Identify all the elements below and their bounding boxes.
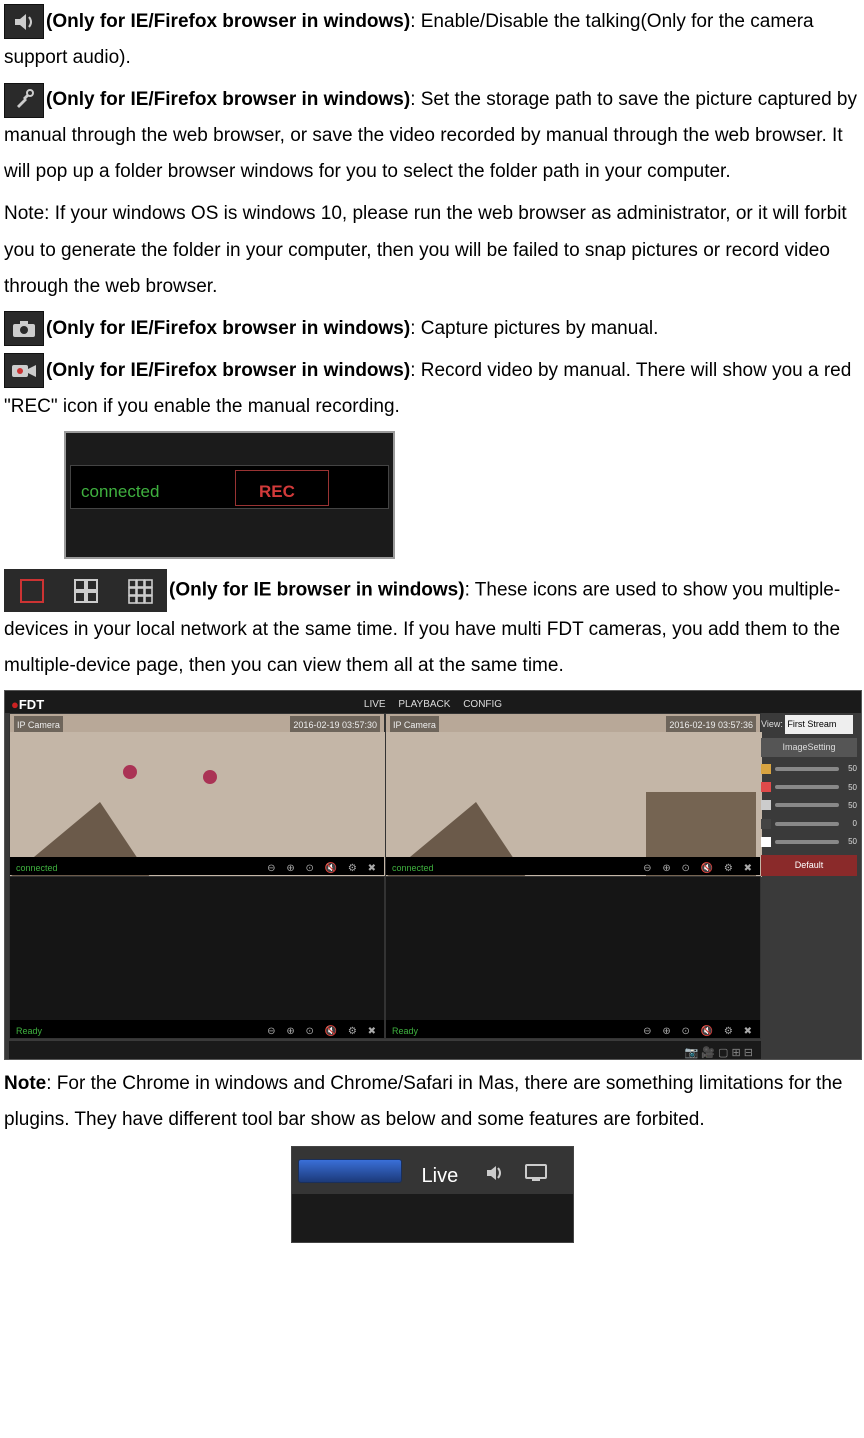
top-menu: LIVE PLAYBACK CONFIG bbox=[364, 695, 502, 714]
live-toolbar-screenshot: Live bbox=[4, 1146, 860, 1256]
grid-4-icon bbox=[72, 577, 100, 605]
paragraph-talking: (Only for IE/Firefox browser in windows)… bbox=[4, 4, 860, 76]
video-status-bar: connected ⊖ ⊕ ⊙ 🔇 ⚙ ✖ bbox=[10, 857, 384, 875]
rec-label: REC bbox=[259, 476, 295, 508]
status-connected: connected bbox=[392, 863, 434, 873]
status-connected: connected bbox=[16, 863, 58, 873]
slider-track bbox=[775, 840, 839, 844]
speaker-icon bbox=[4, 4, 44, 39]
swatch-icon bbox=[761, 819, 771, 829]
swatch-icon bbox=[761, 837, 771, 847]
note-label: Note bbox=[4, 1073, 46, 1094]
bold-label: (Only for IE/Firefox browser in windows) bbox=[46, 360, 410, 381]
slider-row: 50 bbox=[761, 761, 857, 776]
slider-value: 50 bbox=[843, 834, 857, 849]
view-dropdown: First Stream bbox=[785, 715, 853, 734]
slider-value: 50 bbox=[843, 780, 857, 795]
slider-track bbox=[775, 767, 839, 771]
paragraph-grid-icons: (Only for IE browser in windows): These … bbox=[4, 569, 860, 684]
speaker-icon bbox=[484, 1159, 506, 1197]
note-text: : For the Chrome in windows and Chrome/S… bbox=[4, 1073, 842, 1130]
swatch-icon bbox=[761, 800, 771, 810]
slider-track bbox=[775, 803, 839, 807]
live-label: Live bbox=[422, 1157, 459, 1195]
swatch-icon bbox=[761, 782, 771, 792]
slider-value: 50 bbox=[843, 798, 857, 813]
video-status-bar: Ready ⊖ ⊕ ⊙ 🔇 ⚙ ✖ bbox=[386, 1020, 760, 1038]
desc-text: : Capture pictures by manual. bbox=[410, 318, 658, 339]
video-controls: ⊖ ⊕ ⊙ 🔇 ⚙ ✖ bbox=[643, 1022, 756, 1041]
status-ready: Ready bbox=[16, 1026, 42, 1036]
video-cell: IP Camera 2016-02-19 03:57:36 connected … bbox=[385, 713, 761, 876]
screen-icon bbox=[524, 1159, 548, 1197]
default-button: Default bbox=[761, 855, 857, 876]
video-record-icon bbox=[4, 353, 44, 388]
grid-1-icon bbox=[18, 577, 46, 605]
connected-label: connected bbox=[81, 476, 159, 508]
slider-row: 50 bbox=[761, 798, 857, 813]
bold-label: (Only for IE/Firefox browser in windows) bbox=[46, 89, 410, 110]
image-setting-section: ImageSetting bbox=[761, 738, 857, 757]
slider-row: 0 bbox=[761, 816, 857, 831]
video-cell: Ready ⊖ ⊕ ⊙ 🔇 ⚙ ✖ bbox=[9, 876, 385, 1039]
video-cell: IP Camera 2016-02-19 03:57:30 connected … bbox=[9, 713, 385, 876]
swatch-icon bbox=[761, 764, 771, 774]
slider-track bbox=[775, 785, 839, 789]
video-status-bar: connected ⊖ ⊕ ⊙ 🔇 ⚙ ✖ bbox=[386, 857, 760, 875]
video-controls: ⊖ ⊕ ⊙ 🔇 ⚙ ✖ bbox=[267, 1022, 380, 1041]
note-chrome-safari: Note: For the Chrome in windows and Chro… bbox=[4, 1066, 860, 1138]
bottom-icons: 📷 🎥 ▢ ⊞ ⊟ bbox=[685, 1047, 753, 1059]
slider-row: 50 bbox=[761, 780, 857, 795]
view-label: View: bbox=[761, 719, 783, 729]
slider-group: 50 50 50 0 50 bbox=[761, 761, 857, 849]
video-grid: IP Camera 2016-02-19 03:57:30 connected … bbox=[9, 713, 761, 1039]
slider-value: 50 bbox=[843, 761, 857, 776]
paragraph-capture: (Only for IE/Firefox browser in windows)… bbox=[4, 311, 860, 347]
slider-track bbox=[775, 822, 839, 826]
bottom-toolbar: 📷 🎥 ▢ ⊞ ⊟ bbox=[9, 1041, 761, 1059]
video-status-bar: Ready ⊖ ⊕ ⊙ 🔇 ⚙ ✖ bbox=[10, 1020, 384, 1038]
slider-value: 0 bbox=[843, 816, 857, 831]
bold-label: (Only for IE browser in windows) bbox=[169, 580, 465, 601]
grid-view-icons bbox=[4, 569, 167, 612]
blue-bar bbox=[298, 1159, 402, 1183]
status-ready: Ready bbox=[392, 1026, 418, 1036]
rec-indicator-screenshot: connected REC bbox=[64, 431, 395, 559]
tools-icon bbox=[4, 83, 44, 118]
side-panel: View: First Stream ImageSetting 50 50 50… bbox=[761, 715, 857, 1055]
note-admin: Note: If your windows OS is windows 10, … bbox=[4, 196, 860, 304]
video-cell: Ready ⊖ ⊕ ⊙ 🔇 ⚙ ✖ bbox=[385, 876, 761, 1039]
multi-device-screenshot: ●FDT LIVE PLAYBACK CONFIG IP Camera 2016… bbox=[4, 690, 862, 1060]
paragraph-storage-path: (Only for IE/Firefox browser in windows)… bbox=[4, 82, 860, 190]
slider-row: 50 bbox=[761, 834, 857, 849]
bold-label: (Only for IE/Firefox browser in windows) bbox=[46, 11, 410, 32]
bold-label: (Only for IE/Firefox browser in windows) bbox=[46, 318, 410, 339]
camera-icon bbox=[4, 311, 44, 346]
paragraph-record: (Only for IE/Firefox browser in windows)… bbox=[4, 353, 860, 425]
grid-9-icon bbox=[126, 577, 154, 605]
